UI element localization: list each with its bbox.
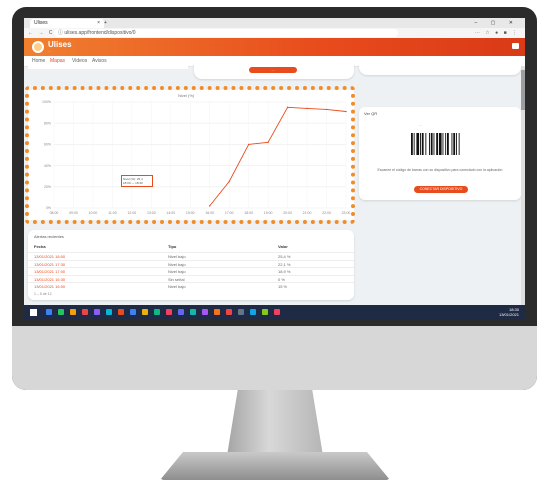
- scrollbar-thumb[interactable]: [521, 70, 525, 110]
- barcode-bar: [421, 133, 424, 155]
- clock-date: 13/01/2021: [498, 312, 519, 317]
- app-header: Ulises ...: [24, 38, 525, 56]
- taskbar-app-icon[interactable]: [46, 309, 52, 315]
- taskbar-app-icon[interactable]: [106, 309, 112, 315]
- extension-icons[interactable]: ⋯ ☆ ● ■ ⋮: [475, 28, 519, 38]
- table-row[interactable]: 13/01/2021 17:00 Nivel bajo 18,9 %: [28, 267, 354, 274]
- barcode-bar: [430, 133, 433, 155]
- barcode-bar: [451, 133, 453, 155]
- monitor-stand-neck: [227, 385, 323, 455]
- barcode-image: [411, 133, 460, 155]
- table-cell-date[interactable]: 13/01/2021 18:00: [34, 254, 65, 259]
- top-card-right: [359, 63, 521, 75]
- barcode-bar: [453, 133, 456, 155]
- taskbar-app-icon[interactable]: [130, 309, 136, 315]
- barcode-bar: [442, 133, 444, 155]
- table-cell-type: Nivel bajo: [168, 284, 186, 289]
- taskbar-app-icon[interactable]: [238, 309, 244, 315]
- taskbar-app-icon[interactable]: [190, 309, 196, 315]
- taskbar-app-icon[interactable]: [82, 309, 88, 315]
- taskbar-app-icon[interactable]: [274, 309, 280, 315]
- table-cell-value: 25,4 %: [278, 254, 291, 259]
- taskbar-app-icon[interactable]: [94, 309, 100, 315]
- eye-logo-icon: [32, 41, 44, 53]
- table-header-type: Tipo: [168, 244, 177, 249]
- taskbar-app-icon[interactable]: [142, 309, 148, 315]
- new-tab-button[interactable]: +: [104, 18, 107, 28]
- barcode-bar: [413, 133, 415, 155]
- browser-toolbar: ← → C ⌂ ⓘ ulises.app/frontend/dispositiv…: [24, 28, 525, 38]
- browser-tab-title: Ulises: [34, 20, 48, 26]
- taskbar: 18:30 13/01/2021: [24, 305, 525, 320]
- taskbar-app-icon[interactable]: [58, 309, 64, 315]
- barcode-bar: [456, 133, 457, 155]
- table-cell-type: Nivel bajo: [168, 269, 186, 274]
- main-content: ... Nivel (%) 100% 80% 60% 40% 20% 0% 08:00 09:…: [24, 63, 525, 305]
- taskbar-app-icon[interactable]: [154, 309, 160, 315]
- barcode-bar: [433, 133, 435, 155]
- browser-tabbar: Ulises × + – ▢ ✕: [24, 18, 525, 28]
- barcode-bar: [429, 133, 430, 155]
- table-cell-type: Sin señal: [168, 276, 185, 282]
- start-button-icon[interactable]: [30, 309, 37, 316]
- summary-pill-button[interactable]: ...: [249, 67, 297, 73]
- taskbar-app-icon[interactable]: [250, 309, 256, 315]
- taskbar-app-icon[interactable]: [226, 309, 232, 315]
- screen: Ulises × + – ▢ ✕ ← → C ⌂ ⓘ ulises.app/fr…: [24, 18, 525, 320]
- chart-highlight-border: [25, 86, 355, 224]
- taskbar-app-icon[interactable]: [214, 309, 220, 315]
- taskbar-app-icon[interactable]: [202, 309, 208, 315]
- window-controls[interactable]: – ▢ ✕: [475, 18, 519, 28]
- user-menu-icon[interactable]: [512, 43, 519, 49]
- connect-device-button[interactable]: CONECTAR DISPOSITIVO: [414, 186, 468, 193]
- barcode-card: Ver QR ... Escanee el código de barras c…: [359, 107, 521, 200]
- taskbar-app-icon[interactable]: [166, 309, 172, 315]
- table-cell-value: 18,9 %: [278, 269, 291, 274]
- app-subtitle: ...: [48, 49, 51, 53]
- barcode-bar: [411, 133, 413, 155]
- table-header-date: Fecha: [34, 244, 46, 249]
- table-cell-value: 0 %: [278, 276, 285, 282]
- monitor-chin: [12, 326, 537, 390]
- barcode-bar: [425, 133, 427, 155]
- barcode-bar: [436, 133, 438, 155]
- barcode-bar: [420, 133, 421, 155]
- barcode-card-title: Ver QR: [364, 111, 378, 116]
- monitor-stand-base: [160, 452, 390, 480]
- table-row[interactable]: 13/01/2021 16:00 Nivel bajo 15 %: [28, 282, 354, 289]
- table-cell-value: 22,1 %: [278, 261, 291, 267]
- table-cell-date[interactable]: 13/01/2021 16:00: [34, 284, 65, 289]
- barcode-bar: [458, 133, 460, 155]
- table-header-value: Valor: [278, 244, 288, 249]
- table-cell-type: Nivel bajo: [168, 261, 186, 267]
- table-cell-date[interactable]: 13/01/2021 16:30: [34, 277, 65, 282]
- table-row[interactable]: 13/01/2021 16:30 Sin señal 0 %: [28, 274, 354, 282]
- table-cell-date[interactable]: 13/01/2021 17:30: [34, 262, 65, 267]
- taskbar-app-icon[interactable]: [70, 309, 76, 315]
- system-clock[interactable]: 18:30 13/01/2021: [499, 307, 519, 317]
- table-cell-value: 15 %: [278, 284, 288, 289]
- top-card-left: [28, 63, 188, 69]
- barcode-bar: [447, 133, 449, 155]
- address-bar[interactable]: ⓘ ulises.app/frontend/dispositivo/0: [54, 29, 398, 37]
- browser-tab[interactable]: Ulises ×: [30, 19, 104, 28]
- table-cell-date[interactable]: 13/01/2021 17:00: [34, 269, 65, 274]
- top-card-summary: ...: [194, 63, 354, 79]
- barcode-bar: [445, 133, 447, 155]
- table-row[interactable]: 13/01/2021 17:30 Nivel bajo 22,1 %: [28, 259, 354, 267]
- barcode-label: ...: [419, 123, 422, 127]
- barcode-bar: [416, 133, 420, 155]
- taskbar-app-icon[interactable]: [118, 309, 124, 315]
- tab-close-icon[interactable]: ×: [97, 19, 100, 28]
- table-row[interactable]: 13/01/2021 18:00 Nivel bajo 25,4 %: [28, 252, 354, 259]
- alerts-table-card: Alertas recientes Fecha Tipo Valor 13/01…: [28, 230, 354, 300]
- barcode-bar: [438, 133, 442, 155]
- barcode-description: Escanee el código de barras con su dispo…: [377, 168, 503, 172]
- table-pager[interactable]: 1 – 5 de 12: [34, 292, 52, 296]
- app-name: Ulises: [48, 40, 72, 49]
- taskbar-app-icon[interactable]: [178, 309, 184, 315]
- taskbar-app-icon[interactable]: [262, 309, 268, 315]
- table-title: Alertas recientes: [34, 234, 64, 239]
- table-cell-type: Nivel bajo: [168, 254, 186, 259]
